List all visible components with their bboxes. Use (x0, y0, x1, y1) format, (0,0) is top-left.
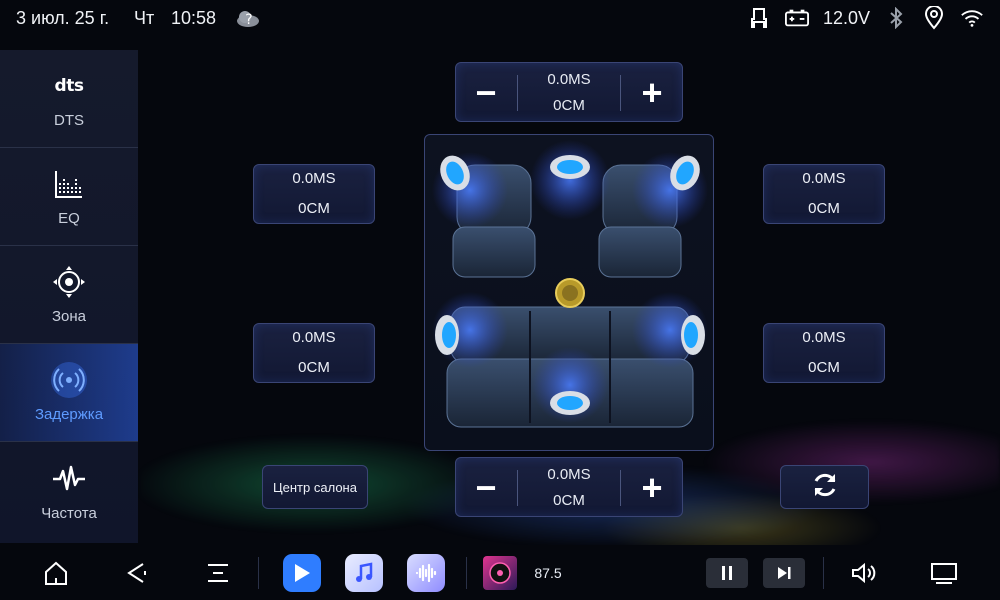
divider (823, 557, 824, 589)
equalizer-icon (49, 166, 89, 202)
top-delay-ms: 0.0MS (547, 71, 591, 88)
cabin-centre-button[interactable]: Центр салона (262, 465, 368, 509)
bottom-delay-cm: 0CM (553, 492, 585, 509)
sidebar-item-frequency[interactable]: Частота (0, 442, 138, 540)
sidebar-item-label: Частота (41, 504, 97, 522)
divider (466, 557, 467, 589)
car-cabin-diagram (424, 134, 714, 451)
top-delay-stepper: − 0.0MS 0CM + (455, 62, 683, 122)
pause-icon (706, 558, 748, 588)
video-player-app[interactable] (282, 553, 322, 593)
top-delay-values: 0.0MS 0CM (518, 63, 620, 123)
seat-icon (747, 6, 771, 30)
front-left-cm: 0CM (298, 200, 330, 217)
speaker-rear-right-icon (681, 315, 705, 355)
delay-signal-icon (49, 362, 89, 398)
bottom-minus-button[interactable]: − (456, 458, 516, 518)
volume-icon[interactable] (848, 553, 880, 593)
sidebar-item-eq[interactable]: EQ (0, 148, 138, 246)
rear-left-cm: 0CM (298, 359, 330, 376)
sidebar-item-label: Задержка (34, 406, 104, 423)
audio-wave-app-icon (407, 554, 445, 592)
status-day: Чт (134, 7, 155, 28)
radio-disc-icon (483, 556, 517, 590)
sidebar-item-label: DTS (54, 112, 84, 129)
bottom-plus-button[interactable]: + (622, 458, 682, 518)
bluetooth-icon (884, 6, 908, 30)
menu-icon[interactable] (202, 553, 234, 593)
refresh-icon (809, 469, 841, 506)
music-app[interactable] (344, 553, 384, 593)
rear-right-ms: 0.0MS (802, 329, 846, 346)
speaker-rear-center-icon (550, 391, 590, 415)
bottom-delay-values: 0.0MS 0CM (518, 458, 620, 518)
divider (620, 470, 621, 506)
rear-left-ms: 0.0MS (292, 329, 336, 346)
front-left-ms: 0.0MS (292, 170, 336, 187)
speaker-center-front-icon (550, 155, 590, 179)
top-delay-cm: 0CM (553, 97, 585, 114)
back-icon[interactable] (120, 553, 152, 593)
sidebar: dts DTS EQ Зона Задержка Частота (0, 50, 138, 543)
sidebar-item-label: EQ (58, 210, 80, 227)
bottom-delay-stepper: − 0.0MS 0CM + (455, 457, 683, 517)
reset-button[interactable] (780, 465, 869, 509)
sidebar-item-zone[interactable]: Зона (0, 246, 138, 344)
bottom-nav-bar: 87.5 (0, 545, 1000, 600)
skip-next-icon (763, 558, 805, 588)
listener-position-marker[interactable] (555, 278, 585, 308)
rear-left-delay[interactable]: 0.0MS 0CM (253, 323, 375, 383)
status-bar: 3 июл. 25 г. Чт 10:58 ? 12.0V (0, 0, 1000, 36)
screen-icon[interactable] (928, 553, 960, 593)
dts-logo-icon: dts (54, 76, 84, 96)
divider (620, 75, 621, 111)
frequency-wave-icon (49, 461, 89, 497)
top-minus-button[interactable]: − (456, 63, 516, 123)
play-app-icon (283, 554, 321, 592)
next-track-button[interactable] (763, 553, 805, 593)
status-date: 3 июл. 25 г. (16, 7, 110, 28)
home-icon[interactable] (40, 553, 72, 593)
speaker-rear-left-icon (435, 315, 459, 355)
sidebar-item-dts[interactable]: dts DTS (0, 50, 138, 148)
rear-right-delay[interactable]: 0.0MS 0CM (763, 323, 885, 383)
radio-frequency-wrap: 87.5 (528, 553, 568, 593)
divider (258, 557, 259, 589)
front-right-cm: 0CM (808, 200, 840, 217)
music-note-app-icon (345, 554, 383, 592)
battery-icon (784, 6, 809, 30)
status-time: 10:58 (171, 7, 217, 28)
front-right-delay[interactable]: 0.0MS 0CM (763, 164, 885, 224)
voltage-readout: 12.0V (822, 7, 870, 28)
radio-frequency: 87.5 (534, 565, 562, 581)
radio-album-art[interactable] (482, 553, 518, 593)
front-left-delay[interactable]: 0.0MS 0CM (253, 164, 375, 224)
sidebar-item-delay[interactable]: Задержка (0, 344, 138, 442)
front-right-ms: 0.0MS (802, 170, 846, 187)
cabin-illustration (432, 140, 708, 428)
pause-button[interactable] (706, 553, 748, 593)
location-icon (922, 6, 946, 30)
zone-target-icon (49, 264, 89, 300)
voice-app[interactable] (406, 553, 446, 593)
top-plus-button[interactable]: + (622, 63, 682, 123)
bottom-delay-ms: 0.0MS (547, 466, 591, 483)
weather-icon: ? (234, 6, 264, 30)
rear-right-cm: 0CM (808, 359, 840, 376)
sidebar-item-label: Зона (51, 308, 87, 325)
svg-text:?: ? (245, 12, 252, 28)
wifi-icon (960, 6, 984, 30)
